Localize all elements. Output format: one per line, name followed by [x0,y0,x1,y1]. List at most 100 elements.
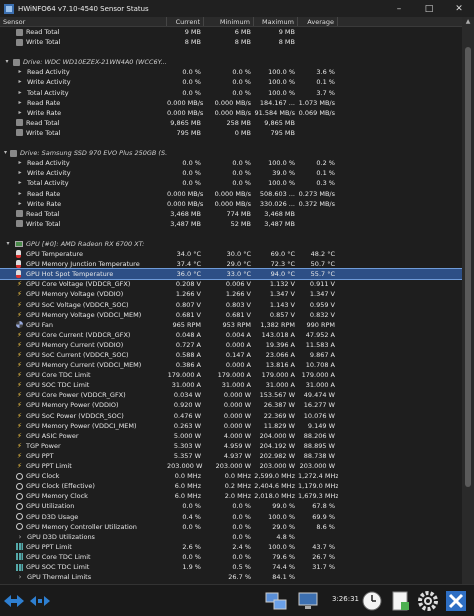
sensor-row[interactable]: ⚡ GPU PPT Limit 203.000 W 203.000 W 203.000 … [0,461,462,471]
close-window-button[interactable]: ✕ [444,0,474,17]
sensor-row[interactable]: ⚡ GPU Memory Current (VDDIO) 0.727 A 0.000 … [0,340,462,350]
sensor-row[interactable]: GPU SOC TDC Limit 1.9 % 0.5 % 74.4 % 31.7 % [0,562,462,572]
sensor-row[interactable]: Read Total 9 MB 6 MB 9 MB [0,27,462,37]
scroll-up-arrow-icon[interactable]: ▲ [462,17,474,27]
collapse-chevron-icon[interactable]: ▾ [4,148,7,158]
collapse-chevron-icon[interactable]: ▾ [4,57,10,67]
sensor-row[interactable]: ⚡ GPU SoC Voltage (VDDCR_SOC) 0.807 V 0.803… [0,300,462,310]
current-value: 795 MB [176,128,201,137]
sensor-row[interactable]: › GPU D3D Utilizations 0.0 % 4.8 % [0,532,462,542]
sensor-row[interactable]: GPU Core TDC Limit 0.0 % 0.0 % 79.6 % 26.7 % [0,552,462,562]
average-value: 10.708 A [305,361,335,370]
collapse-chevron-icon[interactable]: ▾ [4,239,12,249]
settings-button[interactable] [416,589,440,613]
sensor-row[interactable]: ⚡ GPU ASIC Power 5.000 W 4.000 W 204.000 W 88… [0,431,462,441]
sensor-row[interactable]: Write Total 3,487 MB 52 MB 3,487 MB [0,219,462,229]
navigate-left-right-button[interactable] [4,589,24,613]
hwinfo-app-icon [4,3,14,14]
sensor-row[interactable]: ⚡ GPU Memory Power (VDDIO) 0.920 W 0.000 W 2… [0,400,462,410]
sensor-row[interactable]: GPU D3D Usage 0.4 % 0.0 % 100.0 % 69.9 % [0,512,462,522]
sensor-row[interactable]: ⚡ GPU Core TDC Limit 179.000 A 179.000 A 179… [0,370,462,380]
sensor-row[interactable]: › GPU Thermal Limits 26.7 % 84.1 % [0,572,462,582]
column-header-maximum[interactable]: Maximum [254,17,298,26]
sensor-row[interactable]: ▸ Write Activity 0.0 % 0.0 % 39.0 % 0.1 % [0,168,462,178]
sensor-row[interactable]: ⚡ GPU Memory Current (VDDCI_MEM) 0.386 A 0.… [0,360,462,370]
sensor-group-row[interactable]: ▾ GPU [#0]: AMD Radeon RX 6700 XT: [0,239,462,249]
chevron-icon: ▸ [18,68,22,76]
sensor-row[interactable]: ⚡ GPU Core Voltage (VDDCR_GFX) 0.208 V 0.00… [0,279,462,289]
lightning-bolt-icon: ⚡ [17,451,22,460]
sensor-row[interactable]: Write Total 8 MB 8 MB 8 MB [0,37,462,47]
sensor-row[interactable]: ⚡ GPU PPT 5.357 W 4.937 W 202.982 W 88.738 W [0,451,462,461]
sensor-row[interactable]: ▸ Read Rate 0.000 MB/s 0.000 MB/s 508.603 ..… [0,189,462,199]
sensor-row[interactable]: GPU Fan 965 RPM 953 RPM 1,382 RPM 990 RPM [0,320,462,330]
sensor-row[interactable]: Write Total 795 MB 0 MB 795 MB [0,128,462,138]
sensor-row[interactable]: GPU Memory Junction Temperature 37.4 °C 29… [0,259,462,269]
sensor-row[interactable]: GPU PPT Limit 2.6 % 2.4 % 100.0 % 43.7 % [0,542,462,552]
remote-monitor-button[interactable] [296,589,320,613]
sensor-row[interactable]: GPU Utilization 0.0 % 0.0 % 99.0 % 67.8 % [0,501,462,511]
vertical-scrollbar[interactable]: ▲ [462,17,474,584]
average-value: 0.372 MB/s [298,199,335,208]
sensor-name-cell: › GPU Thermal Limits [0,572,167,582]
lightning-bolt-icon: ⚡ [17,462,22,471]
sensor-name-cell: ⚡ GPU SoC Voltage (VDDCR_SOC) [0,300,167,310]
sensor-row[interactable]: ⚡ GPU Memory Voltage (VDDCI_MEM) 0.681 V 0.… [0,310,462,320]
minimum-value: 0.0 % [232,88,251,97]
sensor-name-cell: ⚡ GPU ASIC Power [0,431,167,441]
column-header-current[interactable]: Current [167,17,204,26]
sensor-row[interactable]: ▸ Read Activity 0.0 % 0.0 % 100.0 % 3.6 % [0,67,462,77]
maximum-value: 100.0 % [268,68,295,77]
sensor-row[interactable]: ⚡ GPU Core Power (VDDCR_GFX) 0.034 W 0.000 … [0,390,462,400]
sensor-row[interactable]: GPU Hot Spot Temperature 36.0 °C 33.0 °C 94… [0,268,462,281]
sensor-row[interactable]: GPU Temperature 34.0 °C 30.0 °C 69.0 °C 48.2… [0,249,462,259]
sensor-row[interactable]: ⚡ GPU Core Current (VDDCR_GFX) 0.048 A 0.00… [0,330,462,340]
sensor-group-row[interactable]: ▾ Drive: WDC WD10EZEX-21WN4A0 (WCC6Y... [0,57,462,67]
sensor-row[interactable]: ⚡ GPU SoC Current (VDDCR_SOC) 0.588 A 0.147… [0,350,462,360]
sensor-row[interactable]: ▸ Write Rate 0.000 MB/s 0.000 MB/s 330.026 .… [0,199,462,209]
column-header-average[interactable]: Average [298,17,338,26]
network-button[interactable] [264,589,288,613]
close-button[interactable] [444,589,468,613]
sensor-group-row[interactable]: ▾ Drive: Samsung SSD 970 EVO Plus 250GB (… [0,148,462,158]
report-button[interactable] [388,589,412,613]
sensor-row[interactable]: GPU Memory Clock 6.0 MHz 2.0 MHz 2,018.0 MH… [0,491,462,501]
minimize-button[interactable]: – [384,0,414,17]
column-header-minimum[interactable]: Minimum [204,17,254,26]
sensor-row[interactable]: ▸ Total Activity 0.0 % 0.0 % 100.0 % 3.7 % [0,88,462,98]
average-value: 8.6 % [316,522,335,531]
sensor-row[interactable]: ▸ Write Activity 0.0 % 0.0 % 100.0 % 0.1 % [0,77,462,87]
current-value: 0.0 MHz [174,472,201,481]
minimum-value: 0.006 V [225,280,251,289]
minimum-value: 2.4 % [232,542,251,551]
sensor-row[interactable]: ⚡ GPU SoC Power (VDDCR_SOC) 0.476 W 0.000 W… [0,411,462,421]
current-value: 31.000 A [171,381,201,390]
scroll-thumb[interactable] [465,47,471,487]
column-header-sensor[interactable]: Sensor [0,17,167,26]
sensor-label: Write Rate [27,108,62,117]
sensor-row[interactable]: Read Total 9,865 MB 258 MB 9,865 MB [0,118,462,128]
sensor-row[interactable]: GPU Clock 0.0 MHz 0.0 MHz 2,599.0 MHz 1,272.… [0,471,462,481]
navigate-collapse-button[interactable] [30,589,50,613]
sensor-row[interactable]: ⚡ GPU Memory Voltage (VDDIO) 1.266 V 1.266 … [0,289,462,299]
maximum-value: 100.0 % [268,179,295,188]
sensor-row[interactable]: GPU Clock (Effective) 6.0 MHz 0.2 MHz 2,404… [0,481,462,491]
sensor-row[interactable]: GPU Memory Controller Utilization 0.0 % 0.… [0,522,462,532]
maximize-button[interactable]: □ [414,0,444,17]
clock-reset-button[interactable] [360,589,384,613]
minimum-value: 0.681 V [225,310,251,319]
current-value: 0.0 % [182,159,201,168]
sensor-row[interactable]: ▸ Total Activity 0.0 % 0.0 % 100.0 % 0.3 % [0,178,462,188]
sensor-row[interactable]: ⚡ TGP Power 5.303 W 4.959 W 204.192 W 88.895 … [0,441,462,451]
sensor-row[interactable]: ⚡ GPU SOC TDC Limit 31.000 A 31.000 A 31.000… [0,380,462,390]
maximum-value: 31.000 A [265,381,295,390]
sensor-name-cell: Read Total [0,118,167,128]
sensor-row[interactable]: ⚡ GPU Memory Power (VDDCI_MEM) 0.263 W 0.00… [0,421,462,431]
sensor-row[interactable]: ▸ Read Activity 0.0 % 0.0 % 100.0 % 0.2 % [0,158,462,168]
sensor-row[interactable]: ▸ Write Rate 0.000 MB/s 0.000 MB/s 91.584 MB… [0,108,462,118]
maximum-value: 8 MB [278,38,295,47]
minimum-value: 953 RPM [222,320,251,329]
sensor-row[interactable]: Read Total 3,468 MB 774 MB 3,468 MB [0,209,462,219]
sensor-row[interactable]: ▸ Read Rate 0.000 MB/s 0.000 MB/s 184.167 ..… [0,98,462,108]
average-value: 0.959 V [309,300,335,309]
